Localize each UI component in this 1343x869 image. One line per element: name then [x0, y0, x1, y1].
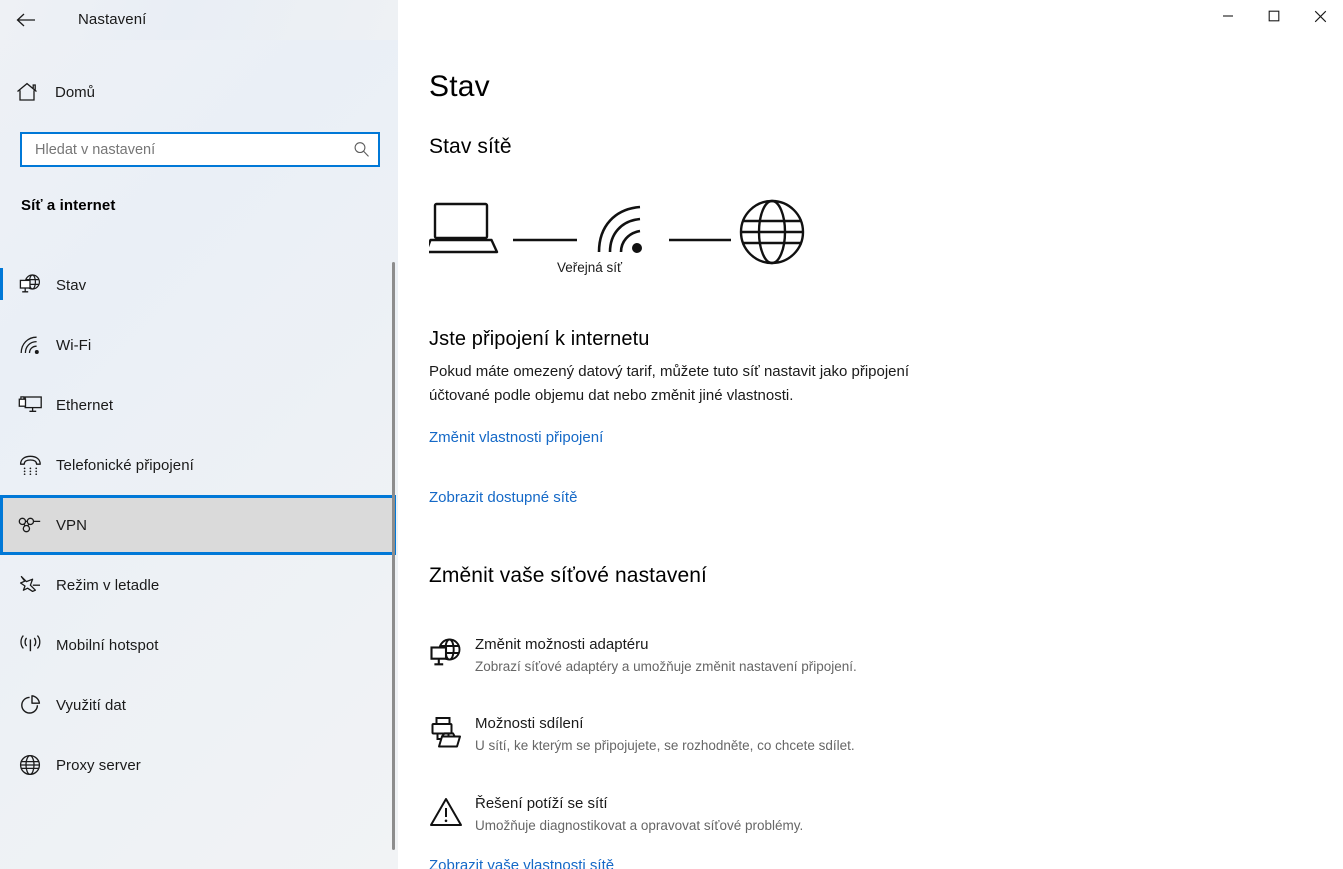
- sidebar-item-ethernet[interactable]: Ethernet: [0, 375, 398, 435]
- setting-title: Možnosti sdílení: [475, 715, 584, 732]
- home-label: Domů: [55, 83, 96, 101]
- sidebar: Domů Síť a internet: [0, 0, 398, 869]
- sidebar-item-label: VPN: [56, 516, 87, 534]
- sidebar-item-proxy-server[interactable]: Proxy server: [0, 735, 398, 795]
- page-title: Stav: [429, 70, 490, 103]
- airplane-icon: [4, 574, 56, 596]
- sidebar-item-label: Stav: [56, 276, 87, 294]
- sidebar-item-home[interactable]: Domů: [0, 74, 398, 110]
- sidebar-section-title: Síť a internet: [21, 197, 116, 214]
- troubleshoot-warning-icon: [429, 793, 475, 830]
- network-name-caption: Veřejná síť: [557, 260, 623, 275]
- sidebar-item-label: Wi-Fi: [56, 336, 92, 354]
- maximize-icon: [1268, 10, 1280, 22]
- status-globe-icon: [4, 273, 56, 297]
- sidebar-item-airplane-mode[interactable]: Režim v letadle: [0, 555, 398, 615]
- sidebar-item-dialup[interactable]: Telefonické připojení: [0, 435, 398, 495]
- setting-title: Řešení potíží se sítí: [475, 795, 608, 812]
- link-change-connection-properties[interactable]: Změnit vlastnosti připojení: [429, 429, 603, 446]
- setting-network-troubleshooter[interactable]: Řešení potíží se sítí Umožňuje diagnosti…: [429, 793, 1029, 836]
- data-usage-pie-icon: [4, 694, 56, 716]
- sidebar-item-label: Ethernet: [56, 396, 114, 414]
- title-bar-left-pane: [0, 0, 398, 40]
- setting-subtitle: U sítí, ke kterým se připojujete, se roz…: [475, 738, 855, 753]
- laptop-icon: [424, 202, 499, 254]
- window-title: Nastavení: [78, 11, 147, 28]
- sidebar-item-mobile-hotspot[interactable]: Mobilní hotspot: [0, 615, 398, 675]
- back-arrow-icon: [15, 11, 37, 29]
- adapter-globe-icon: [429, 634, 475, 671]
- sharing-printer-icon: [429, 713, 475, 750]
- link-view-network-properties[interactable]: Zobrazit vaše vlastnosti sítě: [429, 857, 614, 869]
- maximize-button[interactable]: [1251, 0, 1297, 32]
- back-button[interactable]: [6, 4, 46, 36]
- minimize-icon: [1222, 10, 1234, 22]
- main-content: Stav Stav sítě Veřejná síť Jste připojen…: [398, 0, 1343, 869]
- search-box[interactable]: [20, 132, 380, 167]
- selection-accent-bar: [0, 268, 3, 300]
- setting-sharing-options[interactable]: Možnosti sdílení U sítí, ke kterým se př…: [429, 713, 1029, 756]
- sidebar-item-label: Využití dat: [56, 696, 127, 714]
- vpn-icon: [4, 515, 56, 535]
- setting-change-adapter-options[interactable]: Změnit možnosti adaptéru Zobrazí síťové …: [429, 634, 1029, 677]
- search-icon[interactable]: [344, 134, 378, 165]
- sidebar-item-stav[interactable]: Stav: [0, 255, 398, 315]
- globe-icon: [4, 753, 56, 777]
- sidebar-item-wifi[interactable]: Wi-Fi: [0, 315, 398, 375]
- hotspot-icon: [4, 634, 56, 656]
- sidebar-scrollbar[interactable]: [392, 262, 395, 850]
- wifi-icon: [597, 205, 642, 253]
- title-bar: Nastavení: [0, 0, 1343, 40]
- network-status-heading: Stav sítě: [429, 135, 512, 158]
- connection-status-heading: Jste připojení k internetu: [429, 328, 650, 350]
- settings-window: Nastavení Domů Hledat v nastavení Síť a …: [0, 0, 1343, 869]
- sidebar-item-data-usage[interactable]: Využití dat: [0, 675, 398, 735]
- setting-subtitle: Umožňuje diagnostikovat a opravovat síťo…: [475, 818, 804, 833]
- home-icon: [0, 82, 54, 102]
- ethernet-icon: [4, 394, 56, 416]
- minimize-button[interactable]: [1205, 0, 1251, 32]
- sidebar-item-label: Mobilní hotspot: [56, 636, 159, 654]
- setting-title: Změnit možnosti adaptéru: [475, 636, 649, 653]
- sidebar-item-label: Režim v letadle: [56, 576, 160, 594]
- search-input[interactable]: [22, 134, 344, 165]
- close-icon: [1314, 10, 1327, 23]
- sidebar-item-vpn[interactable]: VPN: [0, 495, 396, 555]
- close-button[interactable]: [1297, 0, 1343, 32]
- wifi-icon: [4, 334, 56, 356]
- setting-subtitle: Zobrazí síťové adaptéry a umožňuje změni…: [475, 659, 857, 674]
- change-settings-heading: Změnit vaše síťové nastavení: [429, 564, 707, 587]
- globe-icon: [739, 199, 805, 265]
- window-controls: [1205, 0, 1343, 32]
- dialup-phone-icon: [4, 454, 56, 476]
- sidebar-nav: Stav Wi-Fi Ethernet Telefonické připojen…: [0, 255, 398, 795]
- network-status-diagram: [424, 196, 849, 286]
- title-bar-right-pane: [398, 0, 1343, 40]
- connection-description: Pokud máte omezený datový tarif, můžete …: [429, 363, 910, 404]
- sidebar-item-label: Proxy server: [56, 756, 141, 774]
- sidebar-item-label: Telefonické připojení: [56, 456, 194, 474]
- link-show-available-networks[interactable]: Zobrazit dostupné sítě: [429, 489, 577, 506]
